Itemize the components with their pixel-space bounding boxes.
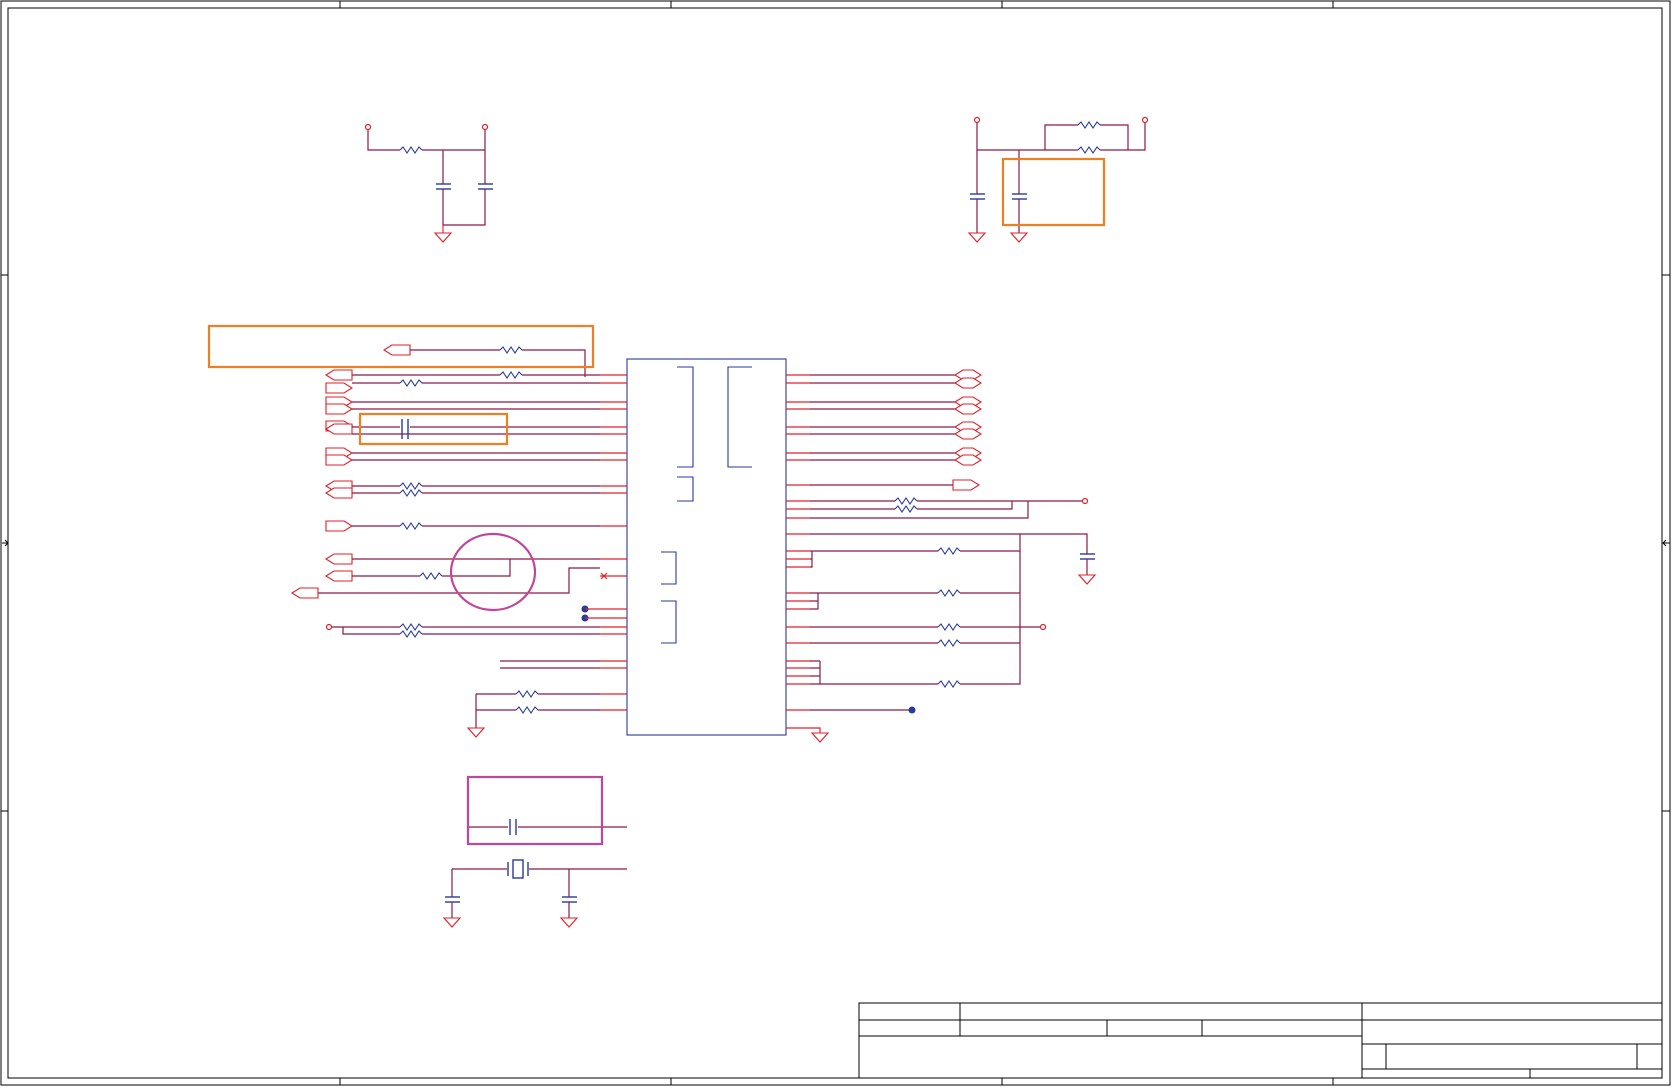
- power-pin-icon: [364, 123, 372, 131]
- resistor-icon: [937, 589, 961, 597]
- power-pin-icon: [1141, 116, 1149, 124]
- resistor-icon: [499, 371, 523, 379]
- power-pin-icon: [481, 123, 489, 131]
- resistor-icon: [1077, 121, 1101, 129]
- ground-icon: [810, 732, 830, 743]
- capacitor-icon: [401, 419, 409, 439]
- left-nets: [290, 344, 627, 738]
- capacitor-icon: [562, 896, 577, 903]
- net-port-icon: [953, 377, 983, 389]
- junction-dot-icon: [908, 706, 916, 714]
- orange-box-decoupling: [1001, 157, 1106, 227]
- top-right-filter: [967, 116, 1149, 243]
- capacitor-icon: [1012, 193, 1027, 200]
- resistor-icon: [399, 489, 423, 497]
- net-port-icon: [952, 479, 981, 491]
- capacitor-icon: [478, 183, 493, 190]
- ground-icon: [967, 232, 987, 243]
- net-port-icon: [324, 487, 353, 499]
- capacitor-icon: [436, 183, 451, 190]
- capacitor-icon: [445, 896, 460, 903]
- main-ic: [626, 358, 787, 736]
- magenta-circle-unconnected-pin: [449, 532, 537, 612]
- net-port-icon: [290, 587, 319, 599]
- resistor-icon: [399, 630, 423, 638]
- magenta-box-crystal-cap: [466, 775, 604, 846]
- ground-icon: [466, 727, 486, 738]
- drawing-frame: [0, 0, 1671, 1086]
- resistor-icon: [1077, 146, 1101, 154]
- resistor-icon: [399, 623, 423, 631]
- power-pin-icon: [973, 116, 981, 124]
- resistor-icon: [399, 482, 423, 490]
- orange-box-series-cap: [358, 412, 509, 446]
- resistor-icon: [937, 639, 961, 647]
- resistor-icon: [499, 346, 523, 354]
- crystal-circuit: [442, 819, 627, 928]
- resistor-icon: [894, 505, 918, 513]
- resistor-icon: [399, 522, 423, 530]
- net-port-icon: [953, 428, 983, 440]
- resistor-icon: [937, 547, 961, 555]
- schematic-sheet: [0, 0, 1672, 1087]
- ground-icon: [559, 917, 579, 928]
- resistor-icon: [894, 497, 918, 505]
- net-port-icon: [324, 369, 353, 381]
- capacitor-icon: [970, 193, 985, 200]
- top-left-filter: [364, 123, 493, 243]
- title-block: [858, 1002, 1663, 1079]
- resistor-icon: [937, 680, 961, 688]
- net-port-icon: [325, 520, 354, 532]
- ground-icon: [433, 225, 453, 243]
- net-port-icon: [325, 454, 354, 466]
- net-port-icon: [324, 570, 353, 582]
- power-pin-icon: [1039, 623, 1047, 631]
- resistor-icon: [515, 690, 539, 698]
- ground-icon: [1077, 574, 1097, 585]
- capacitor-icon: [1080, 553, 1095, 560]
- resistor-icon: [419, 572, 443, 580]
- resistor-icon: [937, 623, 961, 631]
- resistor-icon: [399, 146, 423, 154]
- schematic-canvas: [0, 0, 1671, 1086]
- power-pin-icon: [1081, 497, 1089, 505]
- net-port-icon: [324, 553, 353, 565]
- net-port-icon: [325, 403, 354, 415]
- crystal-icon: [507, 859, 529, 879]
- net-port-icon: [953, 403, 983, 415]
- net-port-icon: [953, 454, 983, 466]
- power-pin-icon: [325, 623, 333, 631]
- resistor-icon: [399, 379, 423, 387]
- capacitor-icon: [509, 819, 517, 835]
- ground-icon: [442, 917, 462, 928]
- ground-icon: [1009, 232, 1029, 243]
- net-port-icon: [325, 382, 354, 394]
- right-nets: [786, 369, 1097, 743]
- net-port-icon: [382, 344, 411, 356]
- resistor-icon: [515, 706, 539, 714]
